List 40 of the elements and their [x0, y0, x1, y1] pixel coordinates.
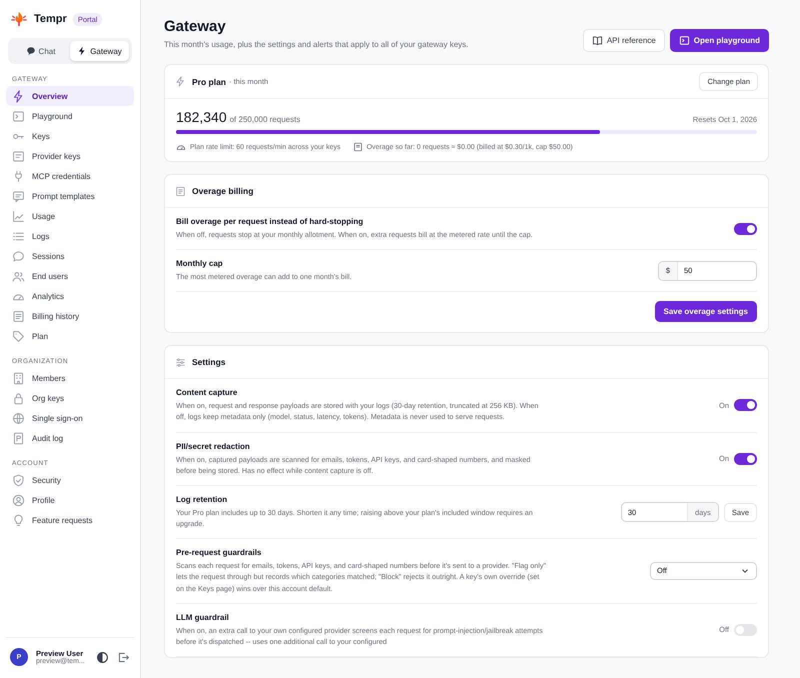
nav-item[interactable]: Security: [6, 470, 134, 490]
setting-title: Bill overage per request instead of hard-stopping: [176, 217, 364, 226]
setting-title: LLM guardrail: [176, 612, 230, 622]
nav-item[interactable]: Provider keys: [6, 146, 134, 166]
mode-tab[interactable]: Gateway: [70, 41, 129, 61]
nav-item[interactable]: Playground: [6, 106, 134, 126]
setting-title: Log retention: [176, 494, 228, 504]
setting-title: PII/secret redaction: [176, 442, 251, 451]
setting-title: Pre-request guardrails: [176, 548, 262, 558]
nav-item[interactable]: MCP credentials: [6, 166, 134, 186]
open-playground-button[interactable]: Open playground: [670, 29, 769, 52]
nav-item[interactable]: Single sign-on: [6, 408, 134, 428]
mode-tab[interactable]: Chat: [11, 41, 70, 61]
page-subtitle: This month's usage, plus the settings and alerts that apply to all of your gateway keys.: [164, 40, 468, 49]
setting-title: Monthly cap: [176, 259, 224, 268]
settings-title: Settings: [192, 357, 226, 368]
nav-item[interactable]: Members: [6, 368, 134, 388]
requests-used: 182,340: [176, 109, 227, 125]
nav-item[interactable]: Overview: [6, 86, 134, 106]
requests-total: of 250,000 requests: [230, 115, 300, 124]
nav-item[interactable]: Analytics: [6, 286, 134, 306]
nav-item[interactable]: Audit log: [6, 428, 134, 448]
brand-name: Tempr: [34, 13, 67, 25]
nav-item[interactable]: Logs: [6, 226, 134, 246]
nav-item[interactable]: Prompt templates: [6, 186, 134, 206]
nav-item[interactable]: End users: [6, 266, 134, 286]
api-reference-button[interactable]: API reference: [582, 29, 665, 52]
save-overage-button[interactable]: Save overage settings: [654, 301, 757, 322]
plan-title: Pro plan: [192, 76, 226, 86]
nav-item[interactable]: Sessions: [6, 246, 134, 266]
nav-item[interactable]: Billing history: [6, 306, 134, 326]
overage-title: Overage billing: [192, 186, 254, 196]
page-title: Gateway: [164, 18, 227, 35]
nav-item[interactable]: Usage: [6, 206, 134, 226]
nav-item[interactable]: Org keys: [6, 388, 134, 408]
nav-item[interactable]: Feature requests: [6, 510, 134, 530]
setting-title: Content capture: [176, 388, 238, 398]
nav-item[interactable]: Keys: [6, 126, 134, 146]
nav-item[interactable]: Plan: [6, 326, 134, 346]
nav-item[interactable]: Profile: [6, 490, 134, 510]
